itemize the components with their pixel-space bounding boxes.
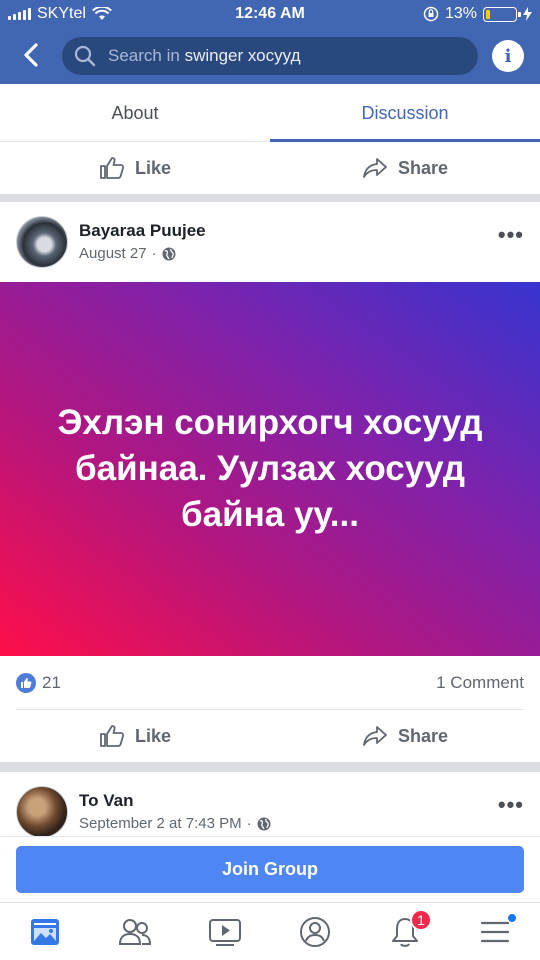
join-group-button[interactable]: Join Group: [16, 846, 524, 893]
share-label: Share: [397, 157, 449, 178]
info-icon: i: [504, 45, 512, 67]
post-text: Эхлэн сонирхогч хосууд байнаа. Уулзах хо…: [57, 403, 483, 534]
reactions-summary[interactable]: 21: [16, 672, 61, 693]
like-label: Like: [134, 725, 172, 746]
menu-notification-dot: [507, 913, 517, 923]
charging-icon: [523, 7, 532, 21]
watch-icon: [209, 918, 241, 946]
battery-percent: 13%: [444, 5, 477, 22]
globe-icon: [257, 817, 271, 830]
friends-icon: [118, 918, 152, 945]
top-bar: SKYtel 12:46 AM 13% Search in swinger хо…: [0, 0, 540, 84]
tab-discussion[interactable]: Discussion: [270, 84, 540, 142]
nav-friends[interactable]: [90, 903, 180, 960]
chevron-left-icon: [24, 43, 38, 67]
like-label: Like: [134, 157, 172, 178]
post-date[interactable]: August 27: [79, 245, 147, 262]
post-header: To Van September 2 at 7:43 PM · •••: [0, 772, 540, 842]
battery-group: 13%: [423, 5, 532, 23]
like-button[interactable]: Like: [0, 724, 270, 748]
share-icon: [363, 726, 387, 746]
orientation-lock-icon: [423, 6, 439, 22]
avatar[interactable]: [16, 216, 68, 268]
post-card: To Van September 2 at 7:43 PM · •••: [0, 772, 540, 842]
like-reaction-icon: [16, 672, 36, 693]
post-actions: Like Share: [0, 710, 540, 762]
info-button[interactable]: i: [492, 40, 524, 72]
join-group-bar: Join Group: [0, 836, 540, 902]
search-group-name: swinger хосууд: [184, 46, 301, 65]
share-button[interactable]: Share: [270, 157, 540, 179]
post-text-banner: Эхлэн сонирхогч хосууд байнаа. Уулзах хо…: [0, 282, 540, 656]
previous-post-actions: Like Share: [0, 142, 540, 194]
bottom-navigation: 1: [0, 902, 540, 960]
post-author[interactable]: To Van: [79, 791, 133, 811]
share-label: Share: [397, 725, 449, 746]
group-search-input[interactable]: Search in swinger хосууд: [62, 37, 478, 75]
nav-news-feed[interactable]: [0, 903, 90, 960]
globe-icon: [162, 247, 176, 260]
post-date[interactable]: September 2 at 7:43 PM: [79, 815, 242, 832]
meta-separator: ·: [151, 245, 157, 262]
more-options-icon[interactable]: •••: [498, 792, 524, 818]
thumbs-up-icon: [100, 725, 125, 747]
like-button[interactable]: Like: [0, 156, 270, 180]
search-icon: [74, 45, 96, 67]
nav-profile[interactable]: [270, 903, 360, 960]
like-count: 21: [42, 672, 61, 692]
group-tabs: About Discussion: [0, 84, 540, 142]
post-header: Bayaraa Puujee August 27 · •••: [0, 202, 540, 282]
battery-icon: [483, 6, 521, 22]
comment-count[interactable]: 1 Comment: [436, 673, 524, 693]
nav-menu[interactable]: [450, 903, 540, 960]
more-options-icon[interactable]: •••: [498, 222, 524, 248]
share-button[interactable]: Share: [270, 725, 540, 747]
share-icon: [363, 158, 387, 178]
meta-separator: ·: [246, 815, 252, 832]
post-meta: September 2 at 7:43 PM ·: [79, 815, 271, 832]
back-button[interactable]: [14, 38, 48, 72]
search-hint: Search in: [108, 46, 180, 65]
profile-icon: [300, 916, 330, 947]
tab-about[interactable]: About: [0, 84, 270, 141]
status-bar: SKYtel 12:46 AM 13%: [0, 0, 540, 28]
nav-watch[interactable]: [180, 903, 270, 960]
post-card: Bayaraa Puujee August 27 · ••• Эхлэн сон…: [0, 202, 540, 762]
thumbs-up-icon: [100, 157, 125, 179]
notifications-badge: 1: [410, 909, 432, 931]
post-author[interactable]: Bayaraa Puujee: [79, 221, 206, 241]
post-stats: 21 1 Comment: [16, 656, 524, 710]
nav-notifications[interactable]: 1: [360, 903, 450, 960]
post-meta: August 27 ·: [79, 245, 176, 262]
menu-icon: [480, 921, 510, 942]
news-feed-icon: [31, 918, 59, 945]
avatar[interactable]: [16, 786, 68, 838]
